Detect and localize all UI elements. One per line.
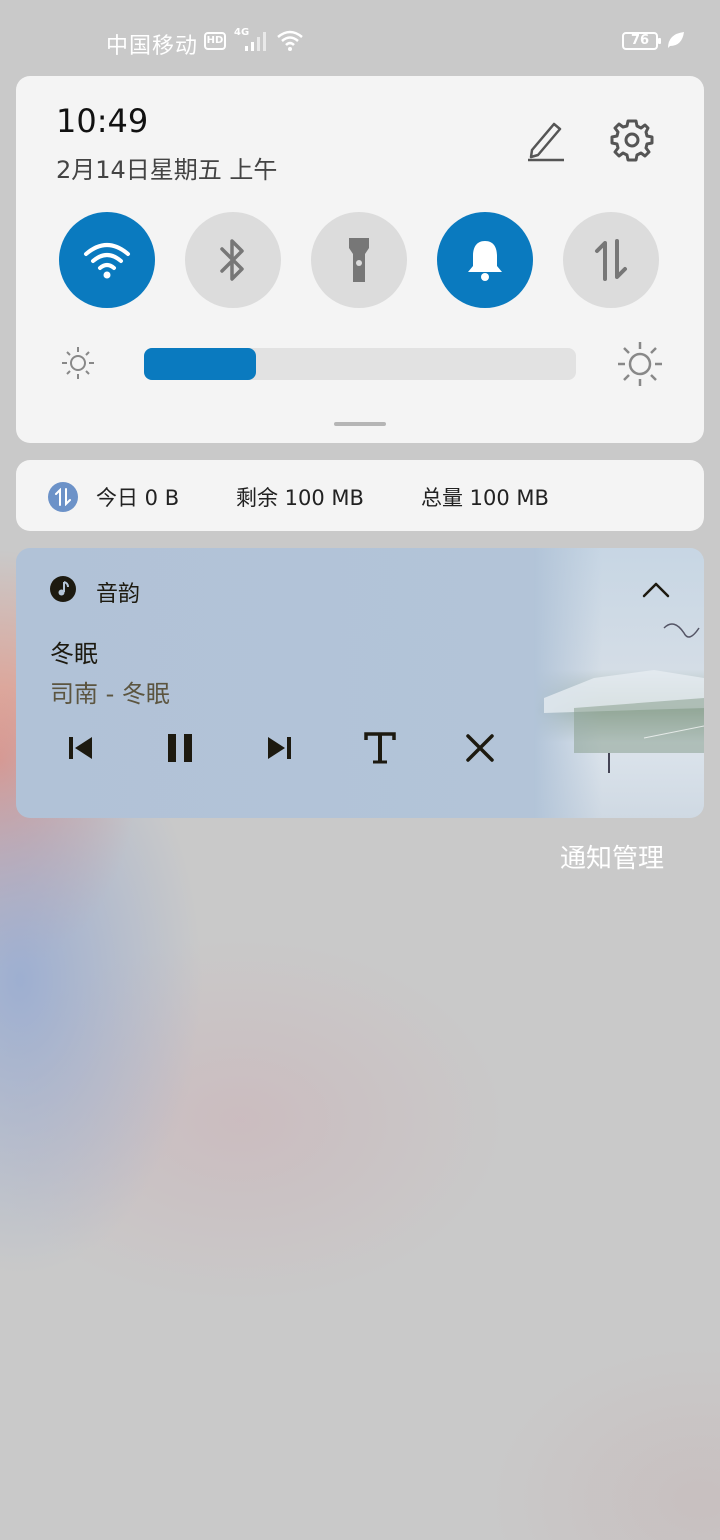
leaf-icon <box>668 32 684 48</box>
next-icon <box>268 737 291 759</box>
quick-settings-panel: 10:49 2月14日星期五 上午 <box>16 76 704 443</box>
battery-icon: 76 <box>622 32 661 50</box>
data-usage-icon <box>48 482 78 512</box>
music-app-name: 音韵 <box>96 582 141 607</box>
next-button[interactable] <box>258 726 302 770</box>
wifi-icon <box>84 243 130 279</box>
lyrics-button[interactable] <box>358 726 402 770</box>
data-arrows-icon <box>595 239 627 281</box>
carrier-name: 中国移动 <box>106 34 199 59</box>
clock-date: 2月14日星期五 上午 <box>56 156 278 184</box>
bluetooth-toggle[interactable] <box>185 212 281 308</box>
chevron-up-icon <box>642 582 670 598</box>
settings-button[interactable] <box>608 116 656 164</box>
signal-icon <box>245 32 266 51</box>
collapse-button[interactable] <box>636 574 676 606</box>
wifi-icon <box>277 30 303 51</box>
hd-icon: HD <box>204 32 226 50</box>
brightness-high-icon <box>618 342 662 386</box>
sound-toggle[interactable] <box>437 212 533 308</box>
data-usage-card[interactable]: 今日 0 B 剩余 100 MB 总量 100 MB <box>16 460 704 531</box>
flashlight-toggle[interactable] <box>311 212 407 308</box>
previous-icon <box>69 737 92 759</box>
status-bar: 中国移动 HD 4G 76 <box>0 0 720 80</box>
data-remaining: 剩余 100 MB <box>236 486 364 510</box>
pencil-icon <box>528 122 564 162</box>
data-total: 总量 100 MB <box>421 486 549 510</box>
clock-time: 10:49 <box>56 102 149 140</box>
battery-level: 76 <box>630 33 650 48</box>
album-art <box>534 548 704 818</box>
gear-icon <box>610 119 654 162</box>
previous-button[interactable] <box>58 726 102 770</box>
brightness-low-icon <box>62 347 94 379</box>
close-button[interactable] <box>458 726 502 770</box>
data-today: 今日 0 B <box>96 486 180 510</box>
bluetooth-icon <box>220 239 244 281</box>
brightness-slider-fill <box>144 348 257 380</box>
pause-icon <box>168 734 192 762</box>
song-title: 冬眠 <box>50 640 98 668</box>
mobile-data-toggle[interactable] <box>563 212 659 308</box>
notification-management-link[interactable]: 通知管理 <box>560 838 664 875</box>
edit-button[interactable] <box>520 116 568 164</box>
brightness-slider[interactable] <box>144 348 576 380</box>
close-icon <box>466 734 494 762</box>
pause-button[interactable] <box>158 726 202 770</box>
panel-expand-handle[interactable] <box>334 422 386 426</box>
flashlight-icon <box>349 238 369 282</box>
bell-icon <box>468 241 502 281</box>
song-subtitle: 司南 - 冬眠 <box>50 680 170 708</box>
wifi-toggle[interactable] <box>59 212 155 308</box>
music-notification[interactable]: 音韵 冬眠 司南 - 冬眠 <box>16 548 704 818</box>
lyrics-icon <box>364 732 396 764</box>
music-note-icon <box>50 576 76 602</box>
